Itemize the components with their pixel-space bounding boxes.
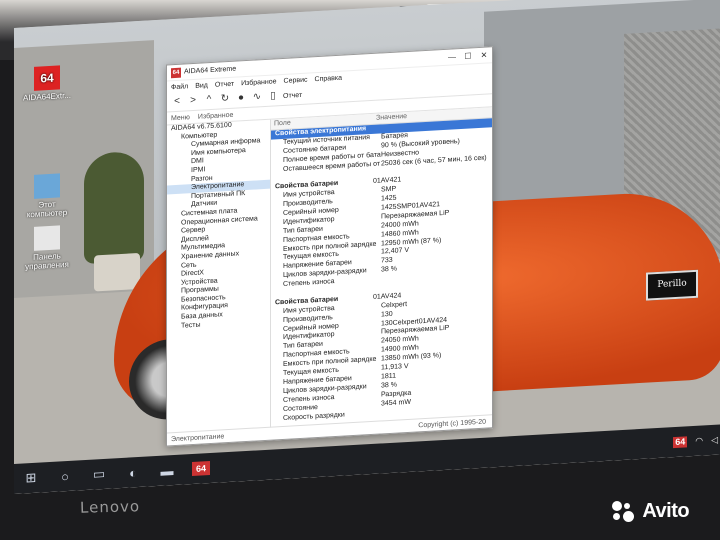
minimize-button[interactable]: — [444,52,460,62]
wallpaper-planter [94,252,140,292]
maximize-button[interactable]: ☐ [460,51,476,61]
desktop-icon-control-panel[interactable]: Панель управления [20,225,74,272]
user-icon[interactable]: ● [235,92,247,105]
tab-favorites[interactable]: Избранное [194,111,237,120]
forward-icon[interactable]: > [187,95,199,108]
back-icon[interactable]: < [171,96,183,109]
status-left: Электропитание [171,432,225,443]
desktop-icon-this-pc[interactable]: Этот компьютер [20,173,74,220]
search-icon[interactable]: ○ [56,468,74,484]
computer-icon [34,173,60,199]
aida64-logo-icon: 64 [171,67,181,78]
lenovo-logo: Lenovo [79,497,141,517]
chart-icon[interactable]: ∿ [251,91,263,104]
menu-favorites[interactable]: Избранное [241,78,276,87]
close-button[interactable]: ✕ [476,50,492,60]
aida64-window: 64 AIDA64 Extreme — ☐ ✕ Файл Вид Отчет И… [166,46,493,447]
column-value[interactable]: Значение [376,112,407,124]
wallpaper-tree [84,150,144,265]
aida64-icon: 64 [34,65,60,91]
window-panes: AIDA64 v6.75.6100 Компьютер Суммарная инфо… [167,107,492,434]
task-view-icon[interactable]: ▭ [90,466,108,483]
desktop-icon-label: Этот компьютер [26,199,68,220]
windows-logo-icon[interactable]: ⊞ [22,470,40,487]
desktop-icon-aida64[interactable]: 64 AIDA64Extr... [20,65,74,103]
network-icon[interactable]: ◠ [695,435,703,446]
report-icon[interactable]: ▯ [267,90,279,103]
tab-menu[interactable]: Меню [167,113,194,122]
laptop-screen: Perillo 64 AIDA64Extr... Этот компьютер … [14,0,720,494]
desktop-icon-label: Панель управления [25,251,69,272]
report-button-label[interactable]: Отчет [283,91,302,99]
explorer-icon[interactable]: ▬ [158,462,176,479]
aida64-taskbar-icon[interactable]: 64 [192,461,210,477]
menu-view[interactable]: Вид [195,82,208,90]
details-rows: Свойства электропитания Текущий источник … [271,118,492,424]
menu-file[interactable]: Файл [171,83,188,91]
avito-watermark: Avito [612,500,690,523]
avito-text: Avito [642,500,690,522]
edge-icon[interactable]: ◐ [124,464,142,480]
tray-aida64-icon[interactable]: 64 [673,435,688,448]
navigation-tree: AIDA64 v6.75.6100 Компьютер Суммарная инфо… [167,119,271,434]
menu-help[interactable]: Справка [315,74,342,83]
details-pane: Поле Значение Свойства электропитания Тек… [271,107,492,427]
photo: Perillo 64 AIDA64Extr... Этот компьютер … [0,0,720,540]
system-tray: 64 ◠ ◁ [673,434,720,448]
up-icon[interactable]: ^ [203,94,215,107]
avito-logo-icon [612,500,634,523]
control-panel-icon [34,225,60,251]
menu-report[interactable]: Отчет [215,80,234,88]
license-plate: Perillo [646,269,698,301]
refresh-icon[interactable]: ↻ [219,93,231,106]
menu-tools[interactable]: Сервис [284,76,308,84]
volume-icon[interactable]: ◁ [711,434,718,445]
